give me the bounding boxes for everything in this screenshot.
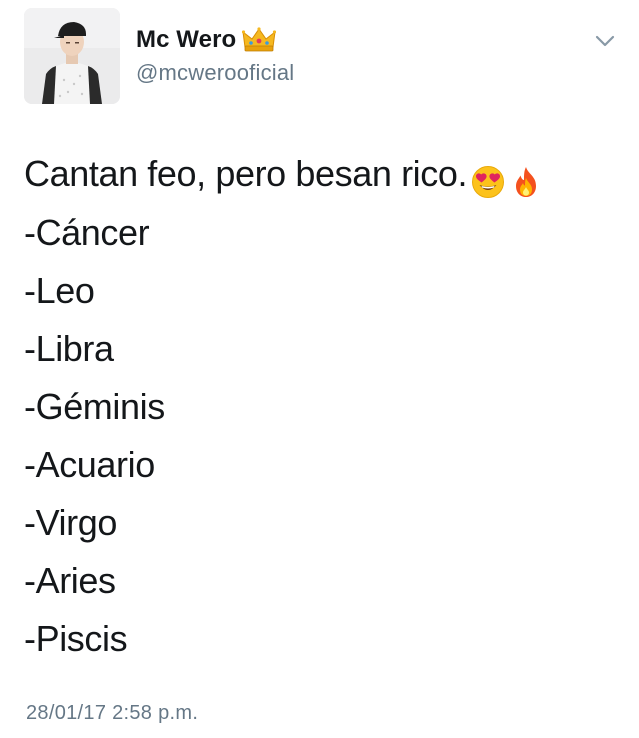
author-info: Mc Wero @mcwerooficial (136, 24, 294, 86)
tweet-lead-line: Cantan feo, pero besan rico. (24, 144, 624, 204)
list-item: -Cáncer (24, 212, 150, 253)
tweet-card: Mc Wero @mcwerooficial Cantan feo, pero … (0, 0, 639, 738)
list-item: -Leo (24, 270, 95, 311)
fire-emoji-icon (509, 157, 543, 197)
list-item: -Virgo (24, 502, 117, 543)
heart-eyes-emoji-icon (471, 157, 505, 198)
crown-icon (242, 27, 277, 53)
avatar[interactable] (24, 8, 120, 104)
list-item: -Géminis (24, 386, 165, 427)
display-name[interactable]: Mc Wero (136, 26, 236, 54)
list-item: -Piscis (24, 618, 128, 659)
user-handle[interactable]: @mcwerooficial (136, 60, 294, 86)
list-item: -Libra (24, 328, 114, 369)
tweet-timestamp[interactable]: 28/01/17 2:58 p.m. (26, 702, 198, 725)
zodiac-sign-list: -Cáncer -Leo -Libra -Géminis -Acuario -V… (24, 204, 624, 668)
list-item: -Aries (24, 560, 116, 601)
list-item: -Acuario (24, 444, 155, 485)
tweet-lead-text: Cantan feo, pero besan rico. (24, 153, 468, 194)
tweet-text: Cantan feo, pero besan rico. -Cáncer -Le… (24, 144, 624, 668)
display-name-row: Mc Wero (136, 24, 294, 56)
avatar-photo (24, 8, 120, 104)
chevron-down-icon[interactable] (592, 32, 618, 50)
